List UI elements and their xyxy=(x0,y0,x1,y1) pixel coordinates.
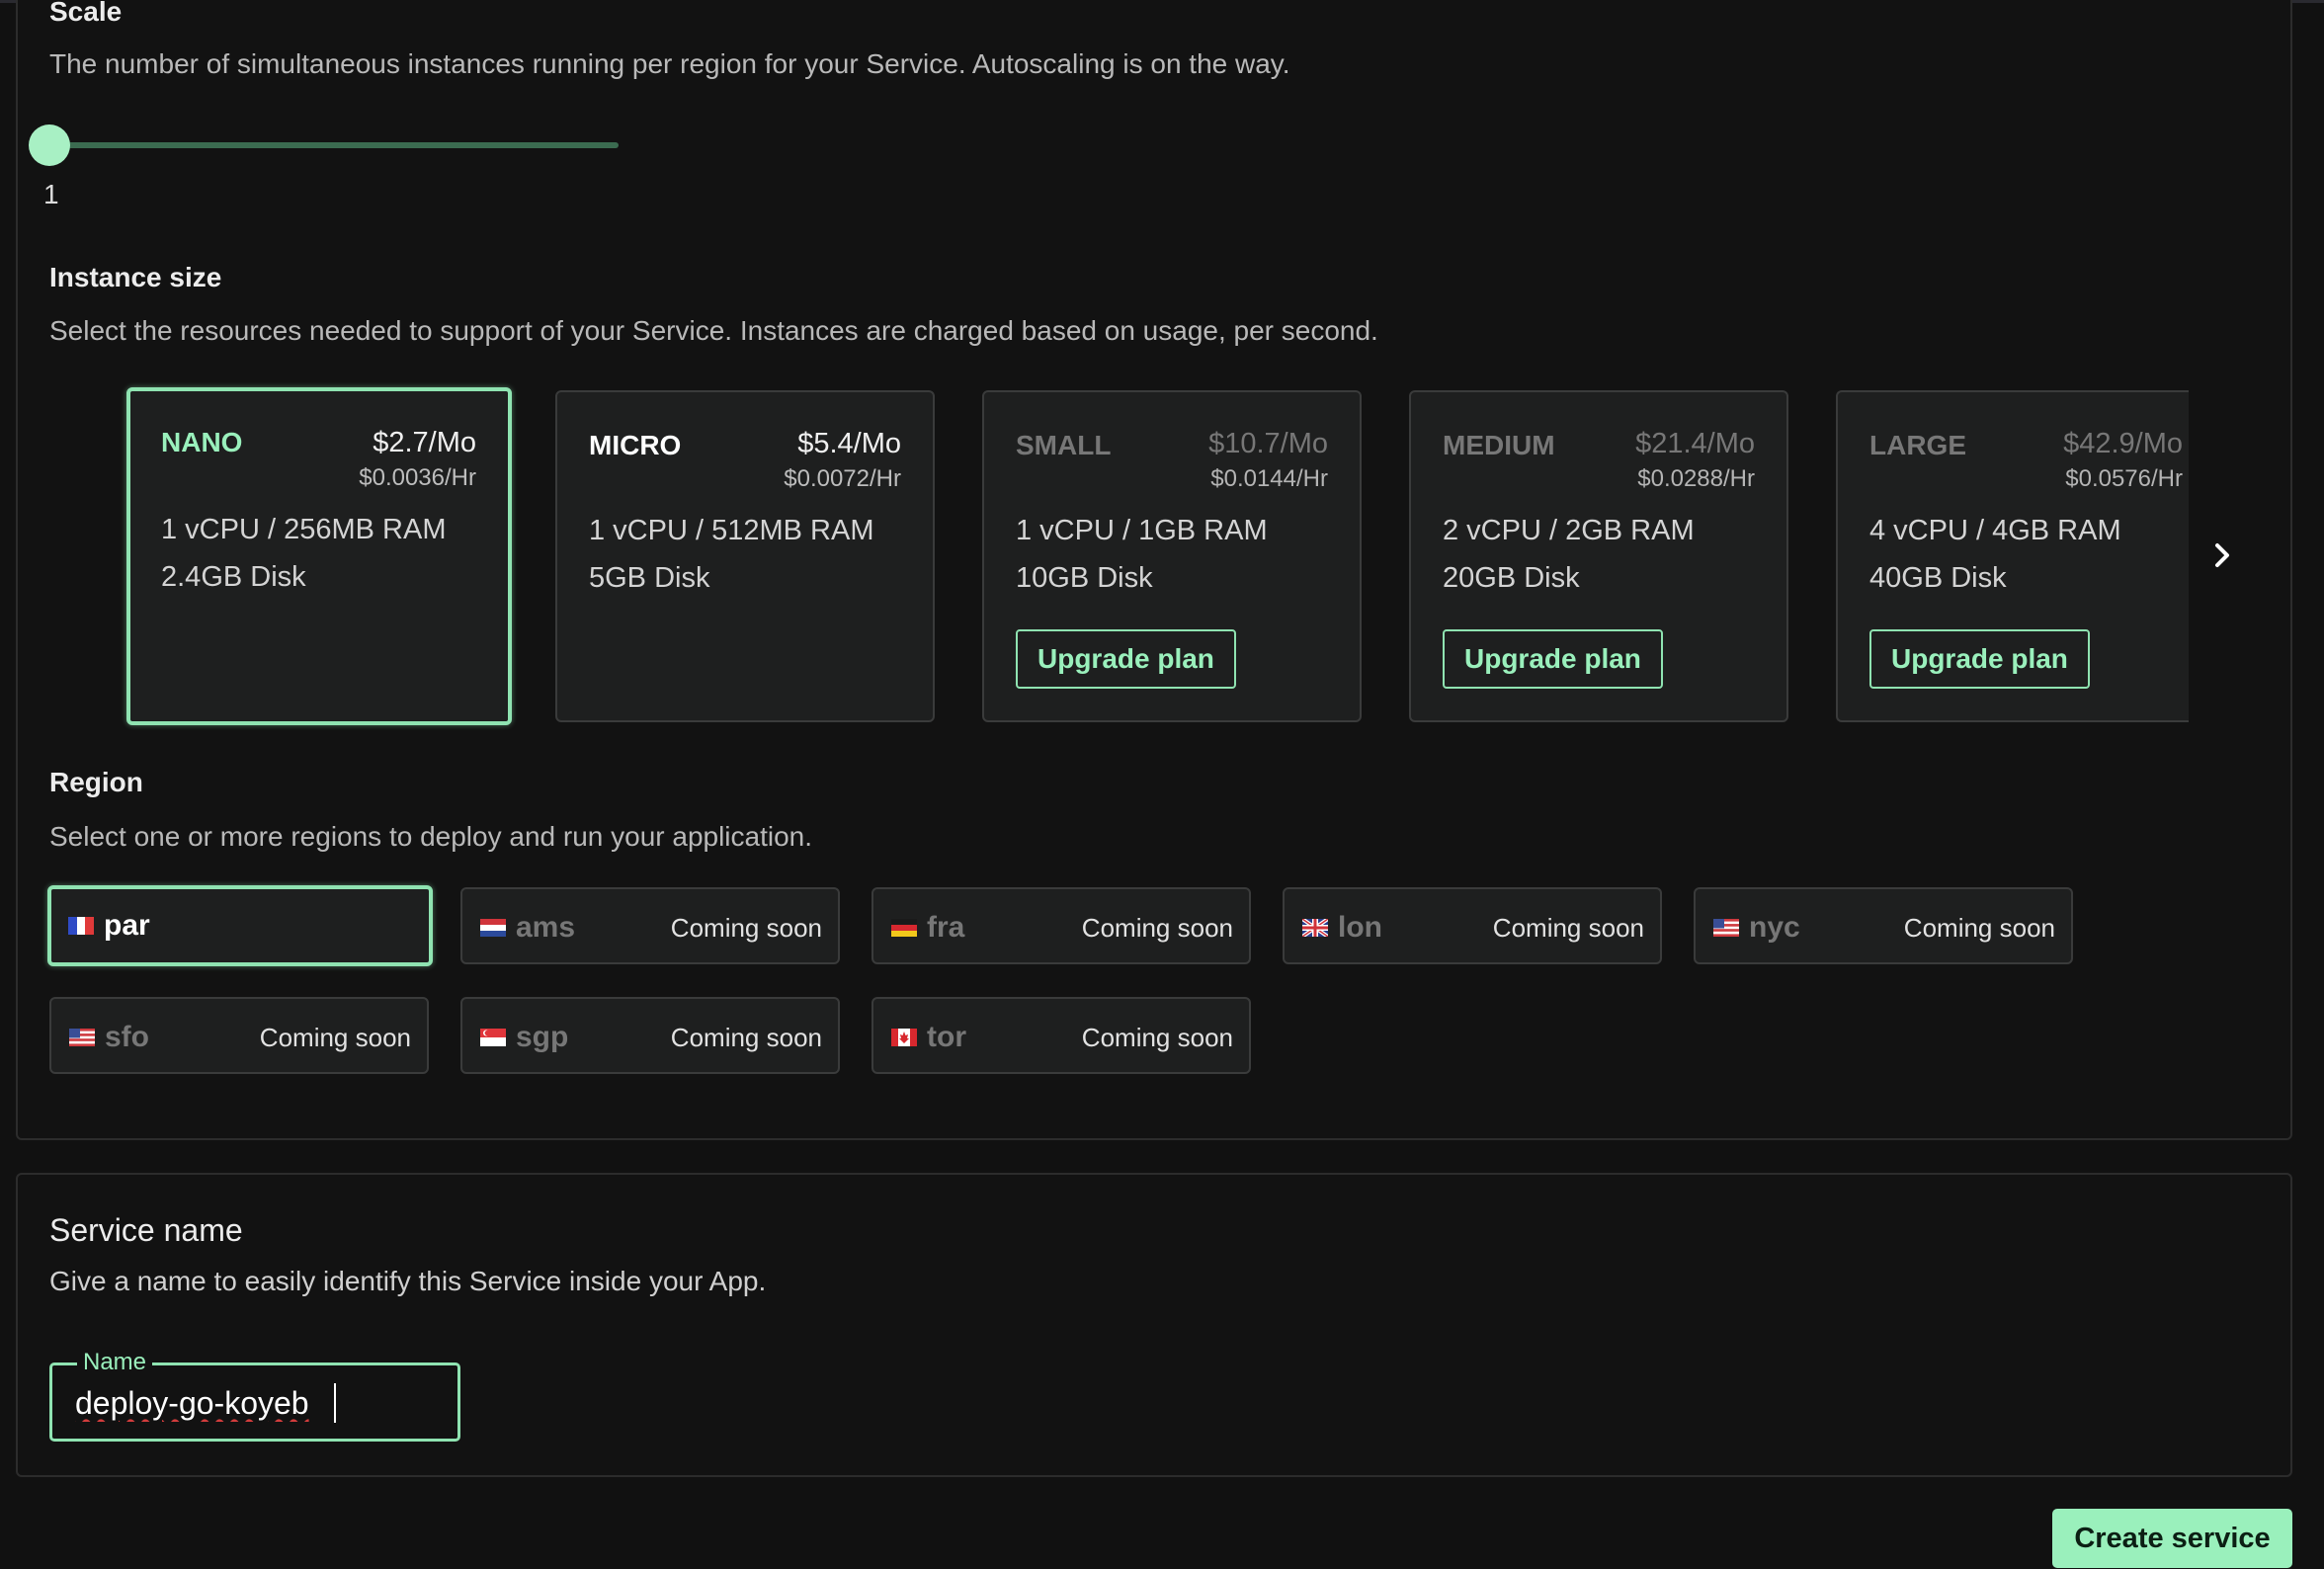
instance-card-large[interactable]: LARGE $42.9/Mo $0.0576/Hr 4 vCPU / 4GB RAM 4… xyxy=(1836,390,2189,722)
instance-hourly-price: $0.0288/Hr xyxy=(1637,465,1755,492)
usa-flag-icon xyxy=(1713,919,1739,937)
coming-soon-label: Coming soon xyxy=(670,913,822,943)
region-option-par[interactable]: par xyxy=(47,885,433,966)
coming-soon-label: Coming soon xyxy=(1492,913,1644,943)
coming-soon-label: Coming soon xyxy=(1081,1023,1233,1052)
region-code: fra xyxy=(927,911,965,944)
instance-hourly-price: $0.0144/Hr xyxy=(1210,465,1328,492)
region-option-sgp[interactable]: sgp Coming soon xyxy=(460,997,840,1074)
uk-flag-icon xyxy=(1302,919,1328,937)
region-code: par xyxy=(104,909,150,942)
region-option-ams[interactable]: ams Coming soon xyxy=(460,887,840,964)
instance-name: LARGE xyxy=(1869,430,1966,460)
instance-hourly-price: $0.0576/Hr xyxy=(2065,465,2183,492)
region-option-tor[interactable]: tor Coming soon xyxy=(872,997,1251,1074)
upgrade-plan-button[interactable]: Upgrade plan xyxy=(1869,629,2090,689)
service-name-description: Give a name to easily identify this Serv… xyxy=(49,1266,767,1296)
instance-cpu-ram: 4 vCPU / 4GB RAM xyxy=(1869,515,2121,546)
instance-disk: 20GB Disk xyxy=(1443,562,1580,594)
region-option-fra[interactable]: fra Coming soon xyxy=(872,887,1251,964)
instance-disk: 2.4GB Disk xyxy=(161,561,306,593)
service-name-title: Service name xyxy=(49,1212,243,1248)
instance-monthly-price: $2.7/Mo xyxy=(373,427,476,458)
region-code: lon xyxy=(1338,911,1382,944)
singapore-flag-icon xyxy=(480,1029,506,1046)
text-caret xyxy=(334,1383,336,1423)
instance-cpu-ram: 1 vCPU / 1GB RAM xyxy=(1016,515,1268,546)
instance-name: NANO xyxy=(161,427,243,457)
coming-soon-label: Coming soon xyxy=(670,1023,822,1052)
coming-soon-label: Coming soon xyxy=(259,1023,411,1052)
scale-title: Scale xyxy=(49,0,123,27)
instance-card-medium[interactable]: MEDIUM $21.4/Mo $0.0288/Hr 2 vCPU / 2GB RAM… xyxy=(1409,390,1788,722)
region-code: sfo xyxy=(105,1021,149,1053)
instance-card-nano[interactable]: NANO $2.7/Mo $0.0036/Hr 1 vCPU / 256MB RAM 2… xyxy=(126,387,512,725)
instance-size-title: Instance size xyxy=(49,262,222,292)
create-service-button[interactable]: Create service xyxy=(2052,1509,2292,1568)
chevron-right-icon[interactable] xyxy=(2207,537,2237,573)
instance-name: MICRO xyxy=(589,430,682,460)
upgrade-plan-button[interactable]: Upgrade plan xyxy=(1443,629,1663,689)
instance-disk: 5GB Disk xyxy=(589,562,710,594)
coming-soon-label: Coming soon xyxy=(1903,913,2055,943)
instance-name: MEDIUM xyxy=(1443,430,1555,460)
instance-monthly-price: $5.4/Mo xyxy=(797,428,901,459)
scale-description: The number of simultaneous instances run… xyxy=(49,48,1290,79)
instance-monthly-price: $42.9/Mo xyxy=(2063,428,2183,459)
instance-cpu-ram: 1 vCPU / 512MB RAM xyxy=(589,515,874,546)
service-name-input[interactable] xyxy=(75,1381,451,1425)
region-title: Region xyxy=(49,767,143,797)
scale-slider-thumb[interactable] xyxy=(29,124,70,166)
instance-name: SMALL xyxy=(1016,430,1112,460)
region-code: nyc xyxy=(1749,911,1800,944)
upgrade-plan-button[interactable]: Upgrade plan xyxy=(1016,629,1236,689)
instance-hourly-price: $0.0036/Hr xyxy=(359,464,476,491)
instance-disk: 40GB Disk xyxy=(1869,562,2007,594)
region-code: sgp xyxy=(516,1021,569,1053)
region-option-nyc[interactable]: nyc Coming soon xyxy=(1694,887,2073,964)
instance-cpu-ram: 1 vCPU / 256MB RAM xyxy=(161,514,447,545)
france-flag-icon xyxy=(68,917,94,935)
germany-flag-icon xyxy=(891,919,917,937)
region-description: Select one or more regions to deploy and… xyxy=(49,821,813,852)
instance-monthly-price: $21.4/Mo xyxy=(1635,428,1755,459)
instance-card-small[interactable]: SMALL $10.7/Mo $0.0144/Hr 1 vCPU / 1GB RAM 1… xyxy=(982,390,1362,722)
region-code: ams xyxy=(516,911,576,944)
instance-monthly-price: $10.7/Mo xyxy=(1208,428,1328,459)
region-option-lon[interactable]: lon Coming soon xyxy=(1283,887,1662,964)
netherlands-flag-icon xyxy=(480,919,506,937)
instance-cpu-ram: 2 vCPU / 2GB RAM xyxy=(1443,515,1695,546)
instance-size-description: Select the resources needed to support o… xyxy=(49,315,1378,346)
region-code: tor xyxy=(927,1021,966,1053)
scale-value: 1 xyxy=(43,179,59,209)
region-option-sfo[interactable]: sfo Coming soon xyxy=(49,997,429,1074)
canada-flag-icon xyxy=(891,1029,917,1046)
instance-disk: 10GB Disk xyxy=(1016,562,1153,594)
usa-flag-icon xyxy=(69,1029,95,1046)
coming-soon-label: Coming soon xyxy=(1081,913,1233,943)
instance-hourly-price: $0.0072/Hr xyxy=(784,465,901,492)
scale-slider-track[interactable] xyxy=(49,142,619,148)
instance-card-micro[interactable]: MICRO $5.4/Mo $0.0072/Hr 1 vCPU / 512MB RAM… xyxy=(555,390,935,722)
service-name-field-label: Name xyxy=(77,1349,153,1376)
